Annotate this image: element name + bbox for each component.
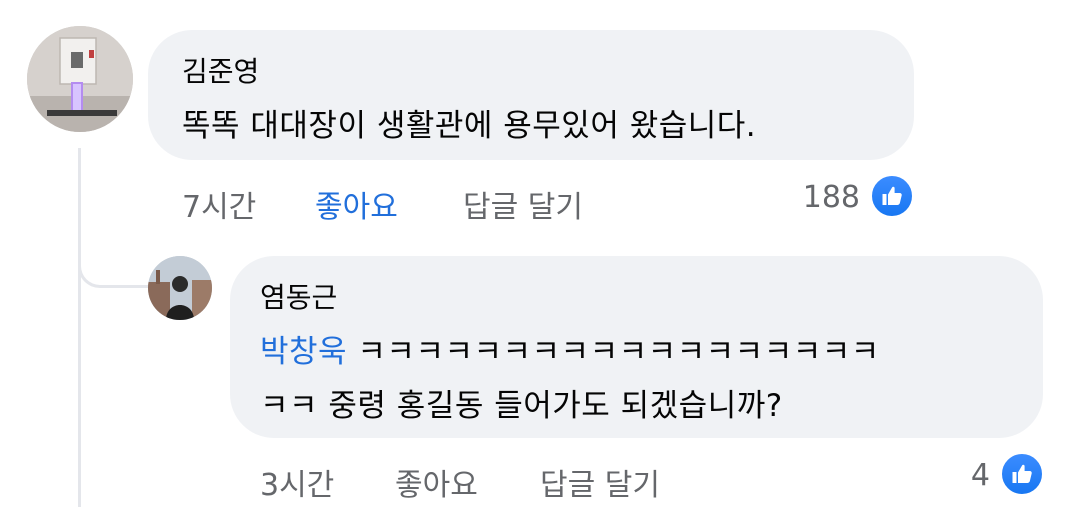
like-button[interactable]: 좋아요: [315, 182, 398, 226]
reply-text-line2: ㅋㅋ 중령 홍길동 들어가도 되겠습니까?: [260, 388, 783, 424]
reply-text-line1: 박창욱 ㅋㅋㅋㅋㅋㅋㅋㅋㅋㅋㅋㅋㅋㅋㅋㅋㅋㅋ: [260, 326, 880, 371]
comment-author[interactable]: 김준영: [182, 50, 259, 90]
reply-button[interactable]: 답글 달기: [463, 182, 583, 226]
reply-author[interactable]: 염동근: [260, 276, 337, 316]
reaction-count[interactable]: 188: [780, 180, 860, 215]
reply-like-button[interactable]: 좋아요: [395, 460, 478, 504]
avatar-photo: [27, 26, 133, 132]
reply-avatar-photo: [148, 256, 212, 320]
reply-reaction-count[interactable]: 4: [930, 458, 990, 493]
comment-text: 똑똑 대대장이 생활관에 용무있어 왔습니다.: [182, 108, 757, 144]
reply-thumbs-up-icon[interactable]: [1000, 452, 1044, 496]
thread-elbow: [78, 240, 150, 288]
reply-text-rest: ㅋㅋㅋㅋㅋㅋㅋㅋㅋㅋㅋㅋㅋㅋㅋㅋㅋㅋ: [347, 334, 880, 370]
mention-link[interactable]: 박창욱: [260, 334, 347, 370]
thread-line: [78, 148, 81, 507]
reply-timestamp[interactable]: 3시간: [260, 460, 334, 504]
reply-reply-button[interactable]: 답글 달기: [540, 460, 660, 504]
thumbs-up-icon[interactable]: [870, 174, 914, 218]
comment-timestamp[interactable]: 7시간: [182, 182, 256, 226]
avatar[interactable]: [27, 26, 133, 132]
reply-avatar[interactable]: [148, 256, 212, 320]
